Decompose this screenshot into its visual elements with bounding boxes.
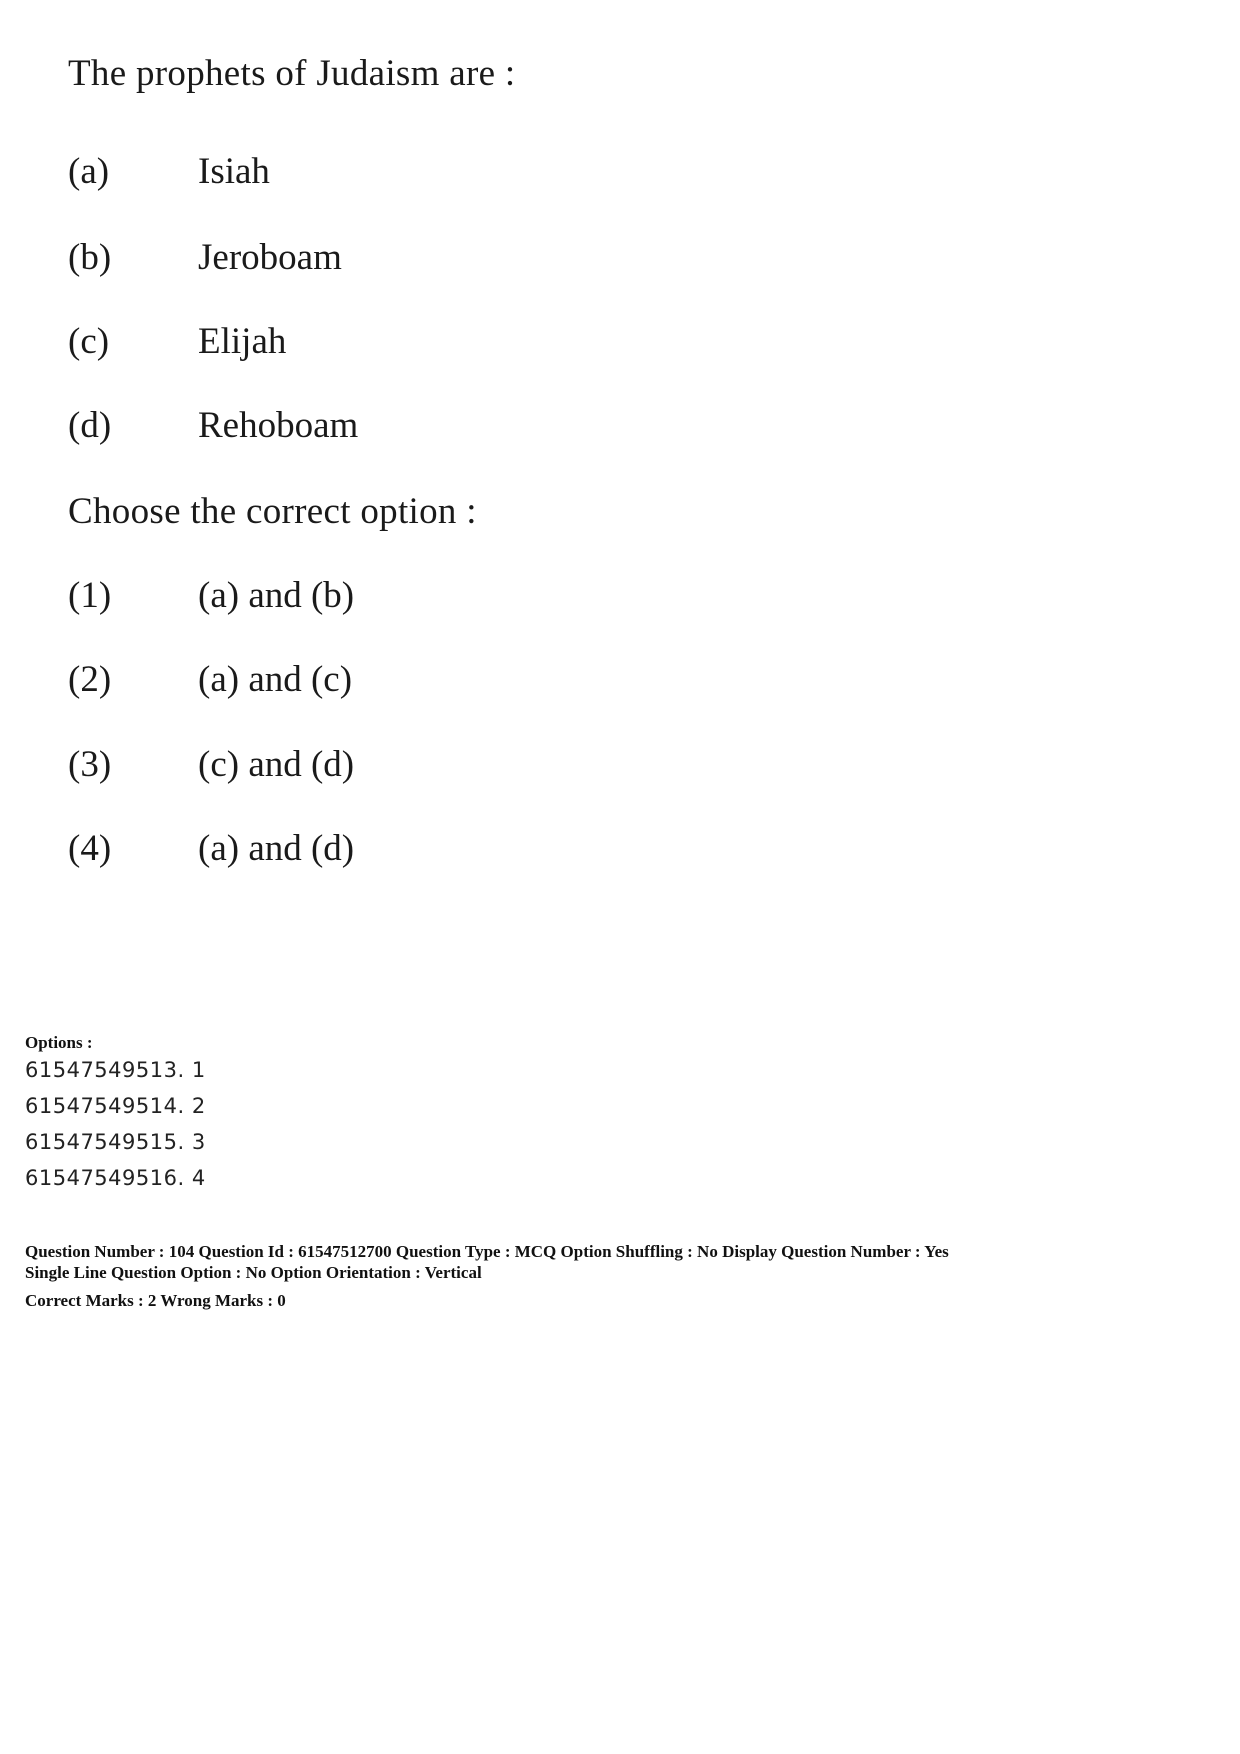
choice-label: (4) xyxy=(68,828,112,869)
choice-text: (a) and (b) xyxy=(198,575,355,616)
question-item-b: (b) Jeroboam xyxy=(68,236,342,279)
item-label: (b) xyxy=(68,237,112,278)
item-text: Isiah xyxy=(198,151,270,192)
question-item-a: (a) Isiah xyxy=(68,150,270,193)
choice-label: (1) xyxy=(68,575,112,616)
marks-info: Correct Marks : 2 Wrong Marks : 0 xyxy=(25,1291,286,1310)
choose-prompt: Choose the correct option : xyxy=(68,491,477,532)
choice-4: (4) (a) and (d) xyxy=(68,827,354,870)
item-text: Elijah xyxy=(198,321,287,362)
question-stem: The prophets of Judaism are : xyxy=(68,53,516,94)
choice-1: (1) (a) and (b) xyxy=(68,574,354,617)
item-label: (c) xyxy=(68,321,110,362)
choice-3: (3) (c) and (d) xyxy=(68,743,354,786)
choice-2: (2) (a) and (c) xyxy=(68,658,352,701)
question-meta-line2: Single Line Question Option : No Option … xyxy=(25,1263,482,1282)
item-label: (d) xyxy=(68,405,112,446)
option-id-2: 61547549514. 2 xyxy=(25,1094,206,1118)
choice-label: (3) xyxy=(68,744,112,785)
choice-text: (a) and (c) xyxy=(198,659,353,700)
question-item-c: (c) Elijah xyxy=(68,320,286,363)
item-label: (a) xyxy=(68,151,110,192)
item-text: Jeroboam xyxy=(198,237,342,278)
option-id-3: 61547549515. 3 xyxy=(25,1130,206,1154)
question-item-d: (d) Rehoboam xyxy=(68,404,358,447)
option-id-4: 61547549516. 4 xyxy=(25,1166,206,1190)
options-heading: Options : xyxy=(25,1033,93,1052)
option-id-1: 61547549513. 1 xyxy=(25,1058,206,1082)
question-meta-line1: Question Number : 104 Question Id : 6154… xyxy=(25,1242,949,1261)
choice-text: (a) and (d) xyxy=(198,828,355,869)
choice-text: (c) and (d) xyxy=(198,744,355,785)
item-text: Rehoboam xyxy=(198,405,359,446)
choice-label: (2) xyxy=(68,659,112,700)
